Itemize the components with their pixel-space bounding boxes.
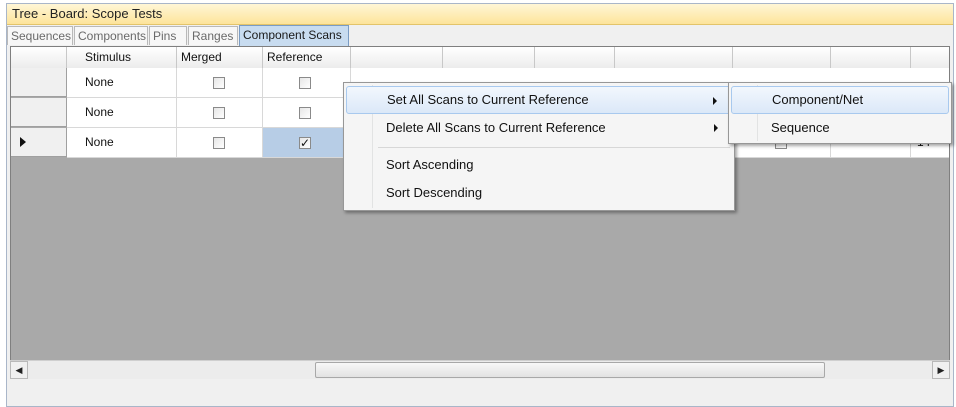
stimulus-cell[interactable]: None — [67, 128, 177, 158]
row-header[interactable] — [11, 128, 67, 157]
reference-cell[interactable] — [263, 68, 351, 98]
submenu-item-label: Component/Net — [772, 92, 864, 107]
tab-components[interactable]: Components — [74, 26, 148, 45]
window-title: Tree - Board: Scope Tests — [7, 4, 953, 25]
tab-sequences[interactable]: Sequences — [7, 26, 73, 45]
merged-checkbox[interactable] — [213, 137, 225, 149]
header-stimulus[interactable]: Stimulus — [67, 47, 177, 68]
merged-checkbox[interactable] — [213, 107, 225, 119]
submenu: Component/Net Sequence — [728, 82, 952, 144]
header-reference[interactable]: Reference — [263, 47, 351, 68]
tab-pins[interactable]: Pins — [149, 26, 187, 45]
menu-item-label: Sort Descending — [386, 185, 483, 200]
merged-cell[interactable] — [177, 128, 263, 158]
header-merged[interactable]: Merged — [177, 47, 263, 68]
menu-item-sort-ascending[interactable]: Sort Ascending — [346, 151, 732, 179]
reference-cell[interactable]: ✓ — [263, 128, 351, 158]
submenu-item-component-net[interactable]: Component/Net — [731, 86, 949, 114]
row-header[interactable] — [11, 68, 67, 97]
header-status[interactable] — [831, 47, 911, 68]
current-row-arrow-icon — [20, 137, 26, 147]
merged-cell[interactable] — [177, 68, 263, 98]
menu-item-label: Delete All Scans to Current Reference — [386, 120, 606, 135]
menu-item-label: Sort Ascending — [386, 157, 474, 172]
reference-checkbox-checked[interactable]: ✓ — [299, 137, 311, 149]
tab-component-scans[interactable]: Component Scans — [239, 25, 349, 46]
header-passed[interactable] — [351, 47, 443, 68]
menu-item-sort-descending[interactable]: Sort Descending — [346, 179, 732, 207]
header-removed[interactable] — [443, 47, 535, 68]
header-scan[interactable] — [911, 47, 949, 68]
header-minmax[interactable] — [733, 47, 831, 68]
header-area[interactable] — [535, 47, 615, 68]
context-menu: Set All Scans to Current Reference Delet… — [343, 82, 735, 211]
scroll-right-icon[interactable]: ▶ — [932, 361, 950, 379]
reference-checkbox[interactable] — [299, 77, 311, 89]
scrollbar-thumb[interactable] — [315, 362, 825, 378]
reference-cell[interactable] — [263, 98, 351, 128]
horizontal-scrollbar[interactable]: ◀ ▶ — [10, 360, 950, 379]
checkmark-icon: ✓ — [300, 136, 311, 150]
grid-header-row: Stimulus Merged Reference — [11, 47, 949, 69]
menu-item-label: Set All Scans to Current Reference — [387, 92, 589, 107]
reference-checkbox[interactable] — [299, 107, 311, 119]
submenu-arrow-icon — [713, 97, 717, 105]
submenu-arrow-icon — [714, 124, 718, 132]
header-corner — [11, 47, 67, 68]
stimulus-cell[interactable]: None — [67, 98, 177, 128]
header-deviation[interactable] — [615, 47, 733, 68]
menu-item-set-all-scans[interactable]: Set All Scans to Current Reference — [346, 86, 732, 114]
merged-checkbox[interactable] — [213, 77, 225, 89]
row-header[interactable] — [11, 98, 67, 127]
tab-strip: Sequences Components Pins Ranges Compone… — [7, 25, 953, 46]
scroll-left-icon[interactable]: ◀ — [10, 361, 28, 379]
menu-separator — [378, 147, 730, 148]
merged-cell[interactable] — [177, 98, 263, 128]
tab-ranges[interactable]: Ranges — [188, 26, 238, 45]
stimulus-cell[interactable]: None — [67, 68, 177, 98]
submenu-item-sequence[interactable]: Sequence — [731, 114, 949, 142]
submenu-item-label: Sequence — [771, 120, 830, 135]
menu-item-delete-all-scans[interactable]: Delete All Scans to Current Reference — [346, 114, 732, 142]
